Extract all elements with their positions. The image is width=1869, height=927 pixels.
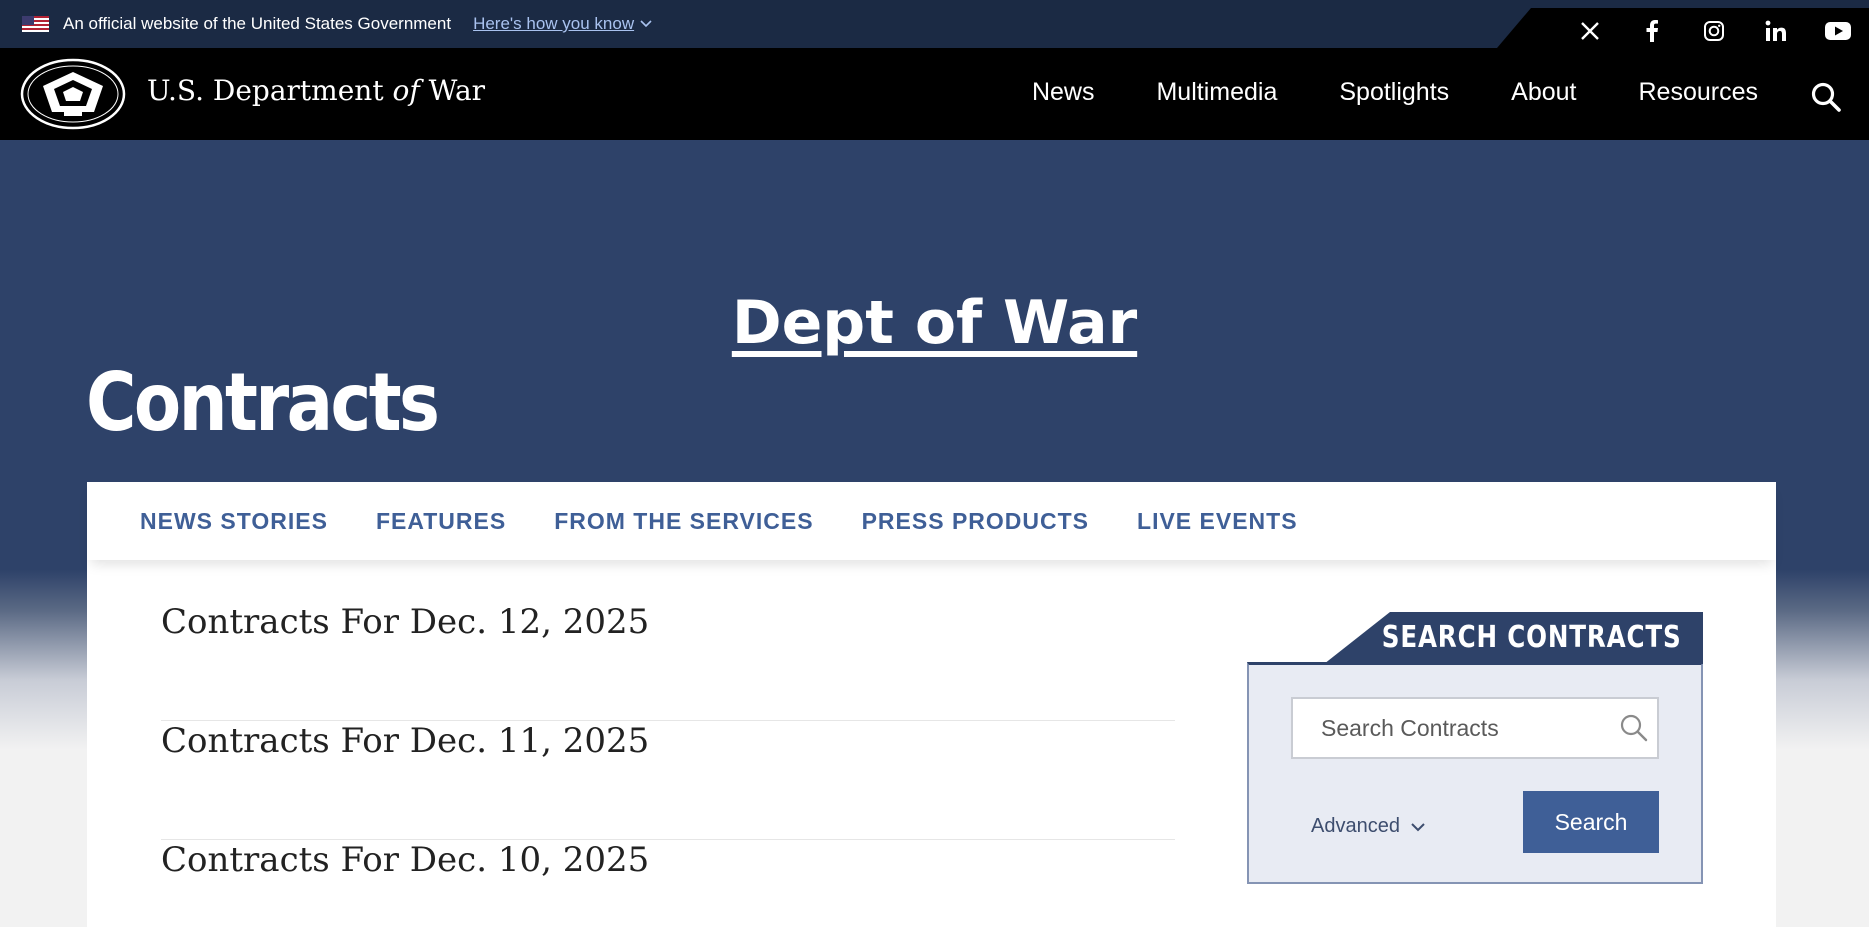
search-widget-body: Advanced Search [1247,662,1703,884]
linkedin-icon[interactable] [1759,14,1793,48]
us-flag-icon [22,16,49,32]
search-contracts-widget: Advanced Search SEARCH CONTRACTS [1247,612,1703,884]
nav-item-multimedia[interactable]: Multimedia [1156,78,1277,107]
subnav-item-features[interactable]: FEATURES [376,508,506,535]
page-title: Contracts [86,356,440,449]
list-item[interactable]: Contracts For Dec. 10, 2025 [161,840,1175,927]
pentagon-seal-logo[interactable] [20,58,126,130]
gov-banner-left: An official website of the United States… [22,13,652,35]
list-item[interactable]: Contracts For Dec. 12, 2025 [161,602,1175,721]
facebook-icon[interactable] [1635,14,1669,48]
list-item[interactable]: Contracts For Dec. 11, 2025 [161,721,1175,840]
site-name-pre: U.S. Department [147,74,384,107]
site-name-of: of [392,74,420,107]
search-button[interactable]: Search [1523,791,1659,853]
hero-link-wrapper: Dept of War [0,288,1869,358]
subnav-item-from-the-services[interactable]: FROM THE SERVICES [554,508,813,535]
site-name[interactable]: U.S. Department of War [147,74,485,107]
search-icon[interactable] [1619,713,1649,743]
main-header: U.S. Department of War News Multimedia S… [0,48,1869,140]
chevron-down-icon [1410,815,1426,838]
contract-list: Contracts For Dec. 12, 2025 Contracts Fo… [161,602,1175,927]
advanced-label: Advanced [1311,815,1400,837]
subnav-item-live-events[interactable]: LIVE EVENTS [1137,508,1298,535]
youtube-icon[interactable] [1821,14,1855,48]
nav-item-news[interactable]: News [1032,78,1095,107]
search-contracts-input[interactable] [1291,697,1659,759]
nav-item-spotlights[interactable]: Spotlights [1339,78,1449,107]
chevron-down-icon [640,17,652,31]
content-card: NEWS STORIES FEATURES FROM THE SERVICES … [87,482,1776,927]
social-links [1545,14,1855,48]
subnav-item-press-products[interactable]: PRESS PRODUCTS [862,508,1089,535]
nav-item-about[interactable]: About [1511,78,1576,107]
nav-item-resources[interactable]: Resources [1639,78,1759,107]
instagram-icon[interactable] [1697,14,1731,48]
how-you-know-link[interactable]: Here's how you know [473,14,652,34]
subnav-item-news-stories[interactable]: NEWS STORIES [140,508,328,535]
dept-of-war-link[interactable]: Dept of War [732,288,1137,358]
primary-nav: News Multimedia Spotlights About Resourc… [1032,78,1758,107]
subnav-items: NEWS STORIES FEATURES FROM THE SERVICES … [140,508,1346,535]
search-icon[interactable] [1809,80,1843,114]
section-subnav: NEWS STORIES FEATURES FROM THE SERVICES … [87,482,1776,560]
advanced-toggle[interactable]: Advanced [1311,815,1426,838]
x-icon[interactable] [1573,14,1607,48]
site-name-post: War [428,74,486,107]
how-you-know-label: Here's how you know [473,14,635,33]
search-contracts-heading: SEARCH CONTRACTS [1381,620,1681,655]
official-site-text: An official website of the United States… [63,14,452,33]
